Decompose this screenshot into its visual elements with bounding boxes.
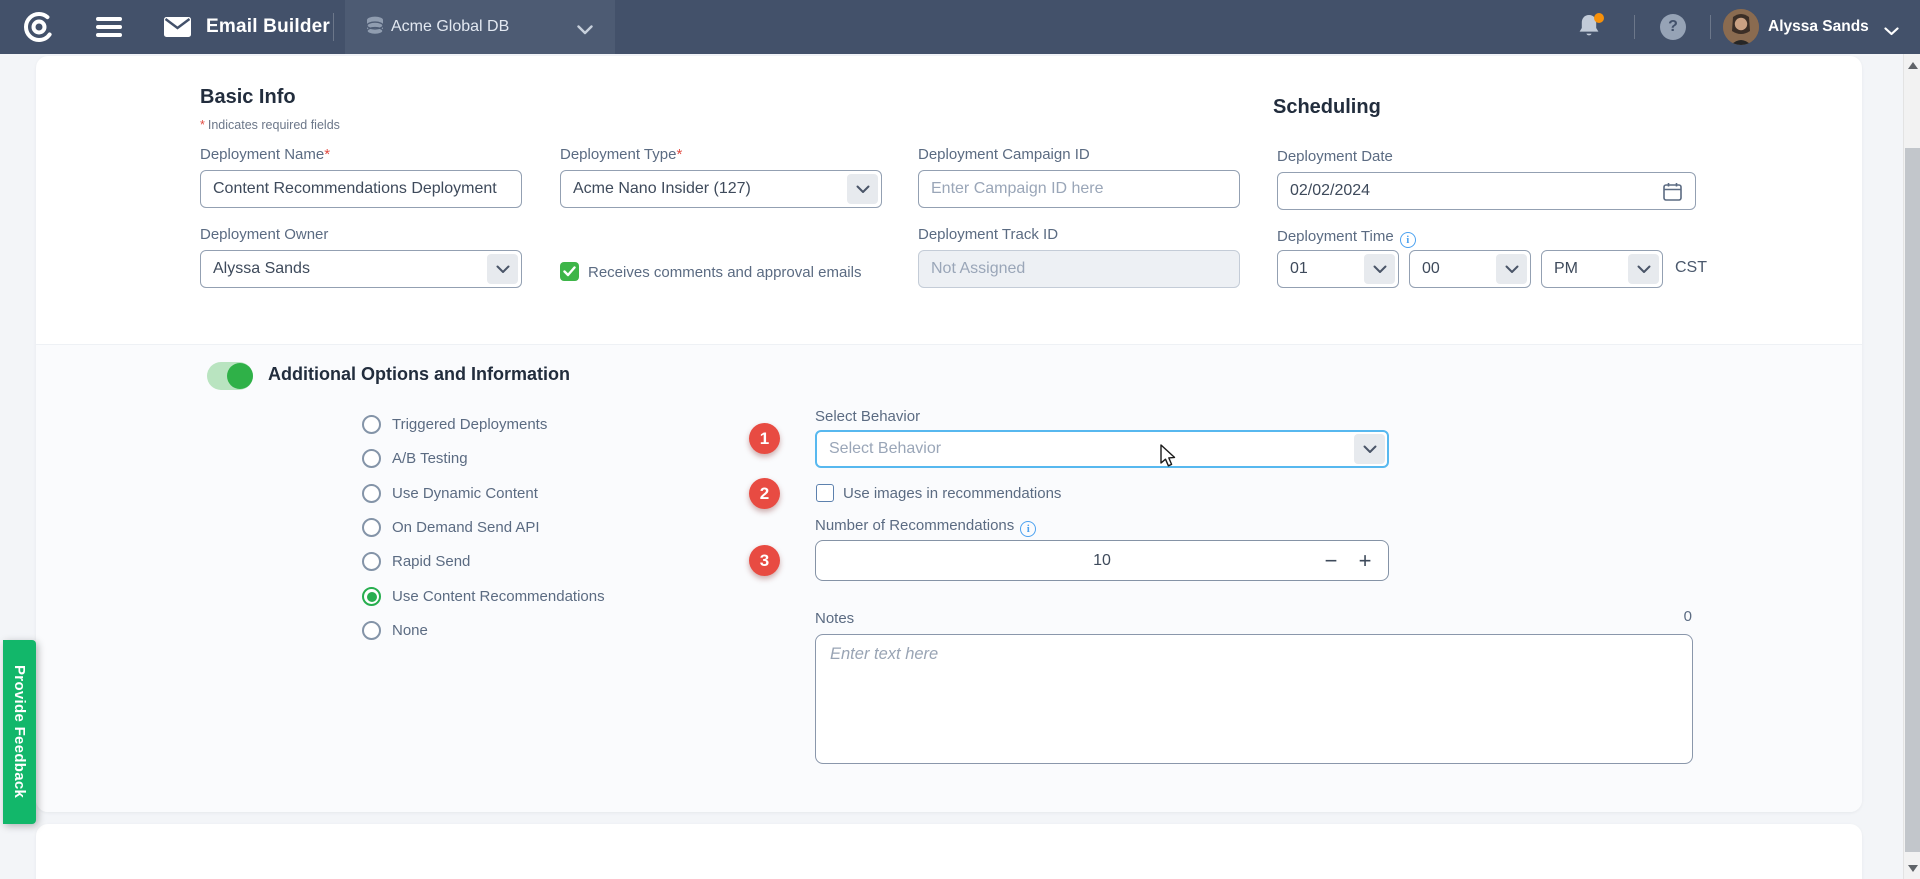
timezone-label: CST	[1675, 259, 1707, 277]
info-icon[interactable]: i	[1020, 521, 1036, 537]
deployment-name-input[interactable]	[200, 170, 522, 208]
deployment-name-label: Deployment Name*	[200, 146, 330, 163]
database-name: Acme Global DB	[391, 0, 509, 54]
user-avatar[interactable]	[1723, 9, 1759, 45]
deployment-campaign-id-input[interactable]	[918, 170, 1240, 208]
receives-comments-label[interactable]: Receives comments and approval emails	[588, 264, 861, 281]
time-minute-select[interactable]: 00	[1409, 250, 1531, 288]
help-icon[interactable]: ?	[1660, 14, 1686, 40]
deployment-date-label: Deployment Date	[1277, 148, 1393, 165]
next-section-card	[36, 824, 1862, 879]
notifications-bell-icon[interactable]	[1577, 13, 1605, 41]
deployment-campaign-id-label: Deployment Campaign ID	[918, 146, 1090, 163]
chevron-down-icon	[487, 254, 518, 284]
use-images-checkbox[interactable]	[816, 484, 834, 502]
scroll-up-arrow[interactable]	[1904, 56, 1920, 74]
email-builder-icon	[164, 17, 191, 42]
database-icon	[365, 16, 385, 43]
app-logo-icon[interactable]	[22, 10, 56, 44]
provide-feedback-button[interactable]: Provide Feedback	[3, 640, 36, 824]
toggle-knob	[227, 363, 253, 389]
use-images-label[interactable]: Use images in recommendations	[843, 485, 1061, 502]
decrement-button[interactable]: −	[1316, 541, 1346, 580]
receives-comments-checkbox[interactable]	[560, 262, 579, 281]
chevron-down-icon	[1628, 254, 1659, 284]
number-of-recommendations-label: Number of Recommendationsi	[815, 517, 1036, 537]
chevron-down-icon	[1364, 254, 1395, 284]
hamburger-menu-icon[interactable]	[96, 17, 122, 37]
deployment-owner-select[interactable]: Alyssa Sands	[200, 250, 522, 288]
deployment-owner-label: Deployment Owner	[200, 226, 328, 243]
topbar: Email Builder Acme Global DB	[0, 0, 1920, 54]
app-title: Email Builder	[206, 0, 330, 54]
database-selector[interactable]: Acme Global DB	[345, 0, 615, 54]
chevron-down-icon	[1354, 434, 1385, 464]
deployment-date-input[interactable]	[1277, 172, 1696, 210]
topbar-divider	[333, 13, 334, 41]
recommendations-stepper: 10 − +	[815, 540, 1389, 581]
deployment-type-label: Deployment Type*	[560, 146, 682, 163]
scroll-down-arrow[interactable]	[1904, 859, 1920, 877]
notes-label: Notes	[815, 610, 854, 627]
deployment-form-card: Basic Info *Indicates required fields Sc…	[36, 56, 1862, 812]
user-name[interactable]: Alyssa Sands	[1768, 0, 1869, 54]
select-behavior-label: Select Behavior	[815, 408, 920, 425]
time-hour-select[interactable]: 01	[1277, 250, 1399, 288]
vertical-scrollbar[interactable]	[1903, 54, 1920, 879]
chevron-down-icon	[1496, 254, 1527, 284]
additional-options-toggle[interactable]	[207, 362, 253, 390]
notes-char-count: 0	[1600, 608, 1692, 625]
info-icon[interactable]: i	[1400, 232, 1416, 248]
notes-textarea[interactable]	[815, 634, 1693, 764]
select-behavior-select[interactable]: Select Behavior	[815, 430, 1389, 468]
deployment-track-id-label: Deployment Track ID	[918, 226, 1058, 243]
scrollbar-thumb[interactable]	[1905, 148, 1920, 852]
email-builder-screen: Email Builder Acme Global DB	[0, 0, 1920, 879]
scheduling-heading: Scheduling	[1273, 96, 1381, 119]
topbar-divider	[1634, 15, 1635, 39]
basic-info-heading: Basic Info	[200, 86, 296, 109]
time-meridiem-select[interactable]: PM	[1541, 250, 1663, 288]
increment-button[interactable]: +	[1350, 541, 1380, 580]
recommendations-count-value[interactable]: 10	[816, 541, 1388, 580]
annotation-badge-3: 3	[749, 545, 780, 576]
chevron-down-icon	[847, 174, 878, 204]
annotation-badge-1: 1	[749, 423, 780, 454]
deployment-type-select[interactable]: Acme Nano Insider (127)	[560, 170, 882, 208]
notification-dot	[1594, 13, 1604, 23]
annotation-badge-2: 2	[749, 478, 780, 509]
topbar-divider	[1710, 15, 1711, 39]
user-menu-chevron-icon[interactable]	[1884, 23, 1899, 41]
additional-options-heading: Additional Options and Information	[268, 364, 570, 385]
required-fields-note: *Indicates required fields	[200, 118, 340, 132]
chevron-down-icon	[577, 22, 593, 40]
deployment-track-id-input	[918, 250, 1240, 288]
deployment-time-label: Deployment Timei	[1277, 228, 1416, 248]
calendar-icon[interactable]	[1663, 182, 1682, 206]
